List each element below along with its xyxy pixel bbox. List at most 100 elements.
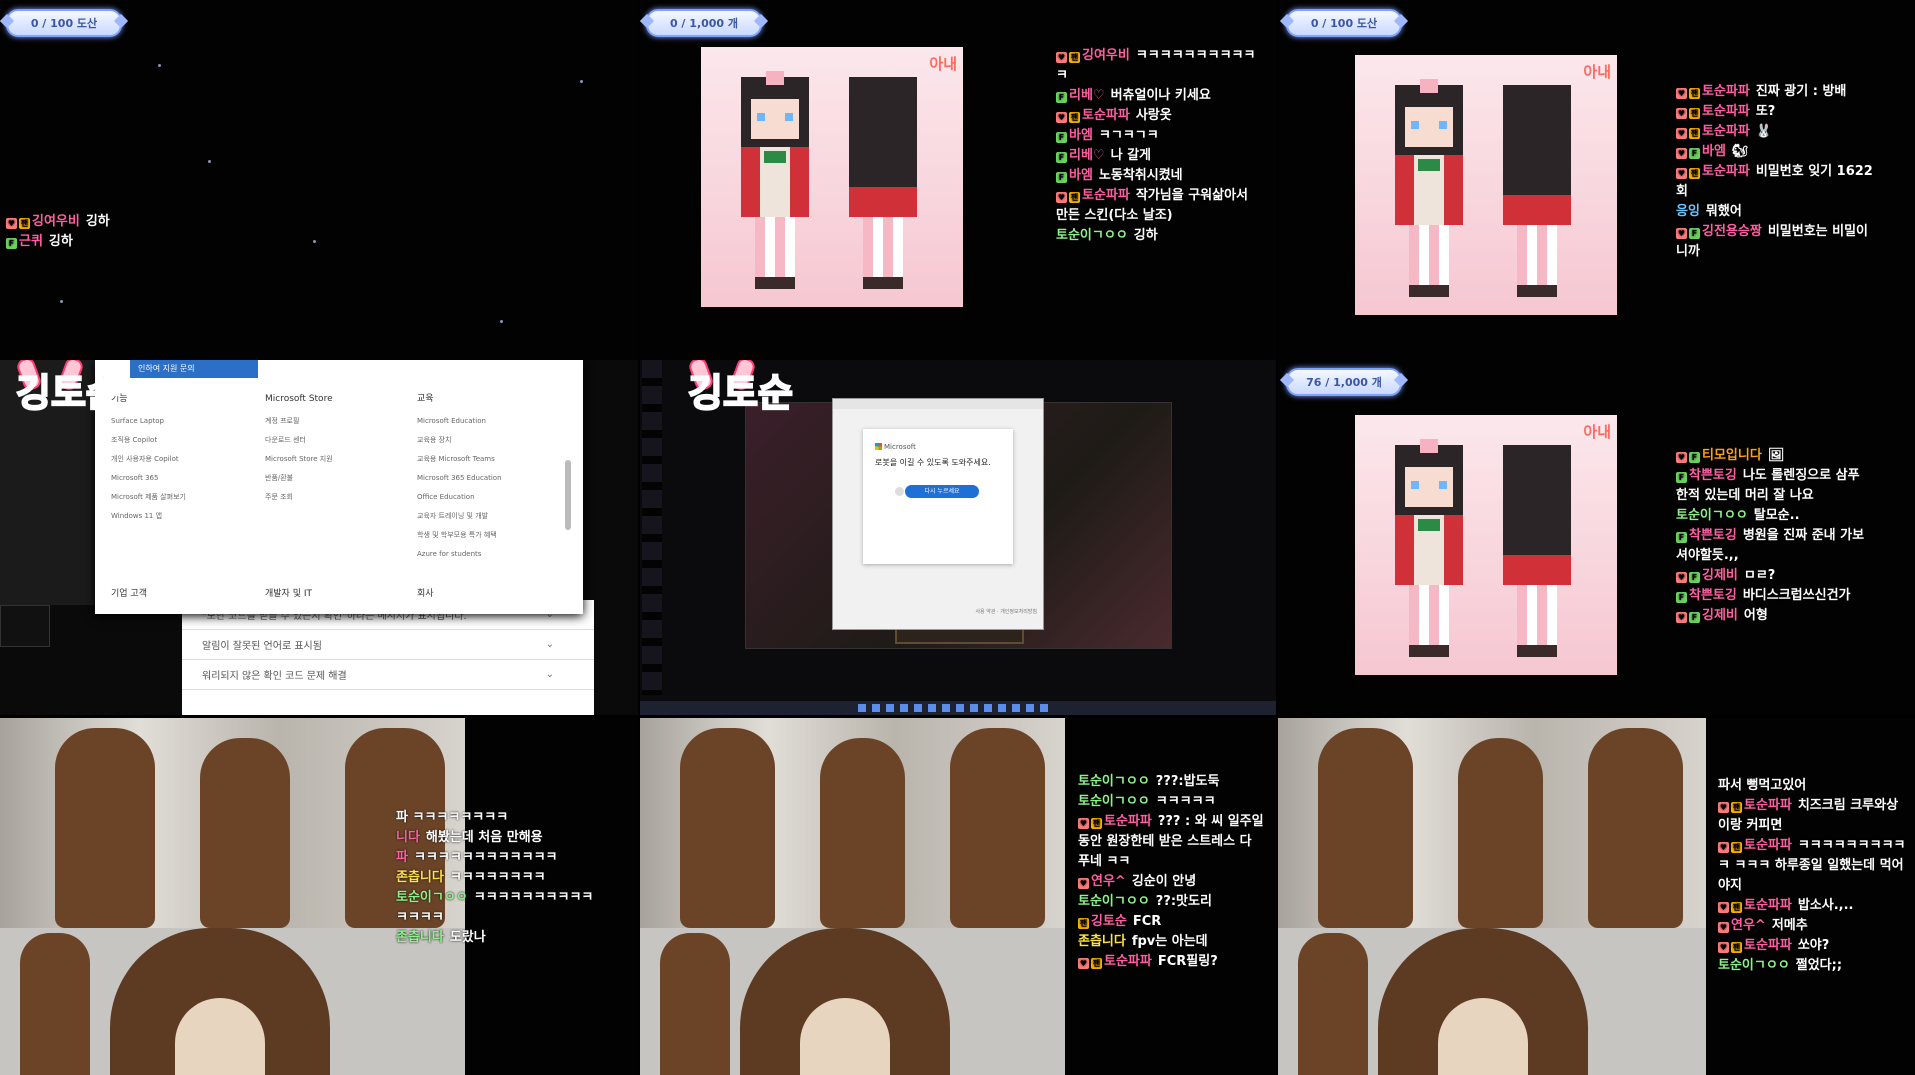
chat-text: 🐿 <box>1731 144 1749 159</box>
chat-nickname: 깅제비 <box>1702 608 1738 623</box>
accordion-item[interactable]: 알림이 잘못된 언어로 표시됨 ⌄ <box>182 630 594 660</box>
chat-badge-icon: ♥ <box>1676 168 1687 179</box>
menu-tab[interactable]: 인하여 지원 문의 <box>130 360 258 378</box>
panel-top-middle: 0 / 1,000 개 아내 ♥ 팬 깅여우비 ㅋㅋㅋㅋㅋㅋㅋㅋㅋㅋㅋ F 리베♡ 버츄얼이… <box>640 0 1276 360</box>
chat-message: F 리베♡ 버츄얼이나 키세요 <box>1056 86 1256 106</box>
chat-nickname: 존츱니다 <box>396 930 444 945</box>
chat-nickname: 바엠 <box>1069 128 1093 143</box>
chat-message: ♥ 팬 깅여우비 ㅋㅋㅋㅋㅋㅋㅋㅋㅋㅋㅋ <box>1056 46 1256 86</box>
chat-badge-icon: ♥ <box>1718 842 1729 853</box>
chat-nickname: 바엠 <box>1702 144 1726 159</box>
chat-badge-icon: 팬 <box>1689 168 1700 179</box>
chat-text: 또? <box>1755 104 1776 119</box>
chat-badge-icon: ♥ <box>1718 902 1729 913</box>
chat-nickname: 깅전용승짱 <box>1702 224 1762 239</box>
menu-link[interactable]: Windows 11 앱 <box>111 507 186 526</box>
chat-text: 파 ㅋㅋㅋㅋㅋㅋㅋㅋ <box>396 810 509 825</box>
menu-column-title: 교육 <box>417 394 434 404</box>
menu-link[interactable]: 교육자 트레이닝 및 개발 <box>417 507 502 526</box>
menu-link[interactable]: 주문 조회 <box>265 488 333 507</box>
panel-bottom-middle: 토순이ㄱㅇㅇ ???:밥도둑 토순이ㄱㅇㅇ ㅋㅋㅋㅋㅋ ♥ 팬 토순파파??? : 와 씨 … <box>640 718 1276 1075</box>
skin-tag: 아내 <box>1583 423 1611 441</box>
menu-footer-title: 개발자 및 IT <box>265 589 312 599</box>
microsoft-brand: Microsoft <box>875 443 916 451</box>
menu-link[interactable]: Microsoft 제품 살펴보기 <box>111 488 186 507</box>
chat-text: 쏘야? <box>1797 938 1830 953</box>
chat-message: 응잉 뭐했어 <box>1676 202 1876 222</box>
chat-text: 나 갈게 <box>1110 148 1151 163</box>
accordion-item[interactable]: 워리되지 않은 확인 코드 문제 해결 ⌄ <box>182 660 594 690</box>
menu-link[interactable]: Office Education <box>417 488 502 507</box>
menu-link[interactable]: 다운로드 센터 <box>265 431 333 450</box>
chat-message: 니다 해봤는데 처음 만해용 <box>396 828 596 848</box>
menu-column: Microsoft Store 계정 프로필 다운로드 센터 Microsoft S… <box>265 390 333 507</box>
chat-nickname: 토순파파 <box>1744 898 1792 913</box>
chat-nickname: 토순이ㄱㅇㅇ <box>396 890 468 905</box>
chat-badge-icon: 팬 <box>19 218 30 229</box>
chat-badge-icon: 팬 <box>1069 112 1080 123</box>
chat-nickname: 티모입니다 <box>1702 448 1762 463</box>
chat-badge-icon: 팬 <box>1091 958 1102 969</box>
chat-nickname: 깅토순 <box>1091 914 1127 929</box>
menu-link[interactable]: Microsoft 365 Education <box>417 469 502 488</box>
menu-link[interactable]: 교육용 장치 <box>417 431 502 450</box>
info-icon[interactable] <box>895 487 904 496</box>
goal-gauge: 76 / 1,000 개 <box>1286 368 1402 396</box>
chat-text: ㅋㅋㅋㅋㅋㅋㅋㅋㅋㅋㅋㅋ <box>413 850 558 865</box>
chat-message: ♥ F 깅제비 어형 <box>1676 606 1876 626</box>
menu-link[interactable]: 교육용 Microsoft Teams <box>417 450 502 469</box>
chat-badge-icon: 팬 <box>1731 842 1742 853</box>
chat-badge-icon: ♥ <box>1078 958 1089 969</box>
chat-overlay: 파 ㅋㅋㅋㅋㅋㅋㅋㅋ 니다 해봤는데 처음 만해용 파 ㅋㅋㅋㅋㅋㅋㅋㅋㅋㅋㅋㅋ 존츱니다… <box>396 808 596 948</box>
chat-message: F 근퀴 깅하 <box>6 232 306 252</box>
chat-badge-icon: F <box>6 238 17 249</box>
chat-text: 해봤는데 처음 만해용 <box>425 830 543 845</box>
chat-text: fpv는 아는데 <box>1131 934 1208 949</box>
chat-message: ♥ 팬 토순파파 치즈크림 크루와상이랑 커피면 <box>1718 796 1908 836</box>
menu-link[interactable]: 학생 및 학부모용 특가 혜택 <box>417 526 502 545</box>
menu-link[interactable]: 계정 프로필 <box>265 412 333 431</box>
chat-text: ㅋㅋㅋㅋㅋ <box>1155 794 1216 809</box>
minecraft-skin-preview: 아내 <box>1355 55 1617 315</box>
chat-badge-icon: ♥ <box>1718 802 1729 813</box>
chat-text: 밥소사.,.. <box>1797 898 1854 913</box>
taskbar-icons[interactable] <box>858 704 1048 712</box>
menu-link[interactable]: Microsoft Store 지원 <box>265 450 333 469</box>
chat-message: 파 ㅋㅋㅋㅋㅋㅋㅋㅋ <box>396 808 596 828</box>
menu-link[interactable]: Microsoft 365 <box>111 469 186 488</box>
chat-message: 토순이ㄱㅇㅇ 탈모순.. <box>1676 506 1876 526</box>
goal-gauge: 0 / 100 도산 <box>1286 9 1402 37</box>
ms-mega-menu: 인하여 지원 문의 기능 Surface Laptop 조직용 Copilot 개인… <box>95 360 583 614</box>
chat-message: 존츱니다 ㅋㅋㅋㅋㅋㅋㅋㅋ <box>396 868 596 888</box>
chat-nickname: 토순파파 <box>1702 124 1750 139</box>
skin-tag: 아내 <box>929 55 957 73</box>
app-sidebar-box <box>0 605 50 647</box>
chat-badge-icon: ♥ <box>1676 228 1687 239</box>
chat-badge-icon: 팬 <box>1689 128 1700 139</box>
chat-badge-icon: 팬 <box>1091 818 1102 829</box>
menu-link[interactable]: Azure for students <box>417 545 502 564</box>
chat-nickname: 토순이ㄱㅇㅇ <box>1718 958 1790 973</box>
chat-text: FCR <box>1132 914 1162 929</box>
chat-nickname: 연우^ <box>1731 918 1766 933</box>
panel-bottom-right: 파서 뻥먹고있어 ♥ 팬 토순파파 치즈크림 크루와상이랑 커피면 ♥ 팬 토순파파 ㅋㅋㅋㅋㅋ… <box>1278 718 1915 1075</box>
retry-button[interactable]: 다시 누르세요 <box>905 485 979 498</box>
menu-link[interactable]: 조직용 Copilot <box>111 431 186 450</box>
chat-message: ♥ 팬 토순파파 또? <box>1676 102 1876 122</box>
accordion-text: 워리되지 않은 확인 코드 문제 해결 <box>202 671 347 682</box>
menu-link[interactable]: Microsoft Education <box>417 412 502 431</box>
chat-badge-icon: F <box>1676 472 1687 483</box>
panel-middle-right: 76 / 1,000 개 아내 ♥ F 티모입니다 🖼 F 착쁜토깅 나도 롤렌징으로 삼푸… <box>1278 360 1915 715</box>
chat-badge-icon: ♥ <box>1718 922 1729 933</box>
menu-link[interactable]: 반품/환불 <box>265 469 333 488</box>
chat-nickname: 토순파파 <box>1082 188 1130 203</box>
chat-badge-icon: ♥ <box>1676 108 1687 119</box>
chat-text: 사랑옷 <box>1135 108 1172 123</box>
chat-message: ♥ 연우^ 깅순이 안녕 <box>1078 872 1268 892</box>
chat-text: 도랐나 <box>449 930 486 945</box>
chat-text: ㅋㄱㅋㄱㅋ <box>1098 128 1159 143</box>
chat-message: 토순이ㄱㅇㅇ ㅋㅋㅋㅋㅋㅋㅋㅋㅋㅋㅋㅋㅋㅋ <box>396 888 596 928</box>
scrollbar[interactable] <box>565 460 571 530</box>
chat-nickname: 토순파파 <box>1104 814 1152 829</box>
menu-link[interactable]: 개인 사용자용 Copilot <box>111 450 186 469</box>
